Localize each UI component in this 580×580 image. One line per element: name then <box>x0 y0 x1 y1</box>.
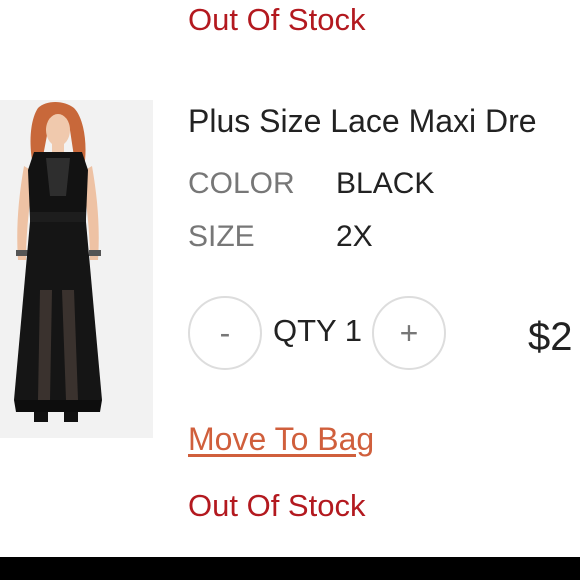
product-image[interactable] <box>0 100 153 438</box>
size-label: SIZE <box>188 220 255 253</box>
plus-icon: + <box>399 314 419 351</box>
out-of-stock-label: Out Of Stock <box>188 2 366 37</box>
qty-label: QTY 1 <box>273 313 363 348</box>
product-name[interactable]: Plus Size Lace Maxi Dre <box>188 100 537 142</box>
cart-screen: Out Of Stock Plus Size Lace Maxi Dre COL… <box>0 0 580 580</box>
move-to-bag-link[interactable]: Move To Bag <box>188 418 374 460</box>
dress-photo <box>0 100 153 438</box>
price: $2 <box>528 315 573 359</box>
bottom-bar <box>0 557 580 580</box>
color-value: BLACK <box>336 167 435 200</box>
qty-increase-button[interactable]: + <box>372 296 446 370</box>
qty-decrease-button[interactable]: - <box>188 296 262 370</box>
minus-icon: - <box>219 314 231 351</box>
color-label: COLOR <box>188 167 295 200</box>
out-of-stock-label: Out Of Stock <box>188 488 366 523</box>
size-value: 2X <box>336 220 373 253</box>
